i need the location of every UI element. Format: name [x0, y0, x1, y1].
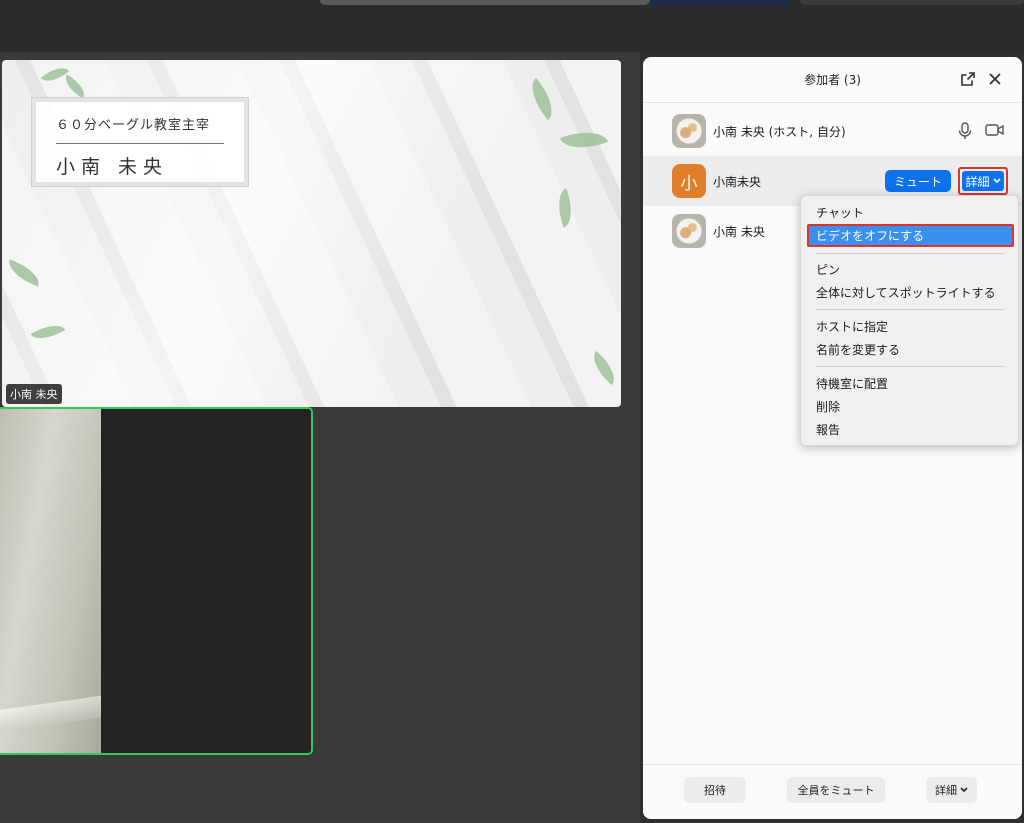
menu-item-stop-video[interactable]: ビデオをオフにする: [807, 224, 1014, 247]
participant-more-label: 詳細: [965, 174, 990, 189]
mute-participant-button[interactable]: ミュート: [885, 170, 951, 192]
avatar: [672, 114, 706, 148]
participants-panel-header: 参加者 (3): [643, 57, 1022, 103]
participant-name: 小南 未央: [713, 224, 765, 239]
leaf-decoration: [4, 259, 44, 287]
participant-row-self[interactable]: 小南 未央 (ホスト, 自分): [643, 106, 1022, 156]
menu-item-rename[interactable]: 名前を変更する: [807, 339, 1014, 360]
menu-item-make-host[interactable]: ホストに指定: [807, 316, 1014, 337]
avatar-initial: 小: [672, 164, 706, 198]
menu-item-pin[interactable]: ピン: [807, 259, 1014, 280]
menu-divider: [815, 309, 1005, 310]
window-tab-edge: [320, 0, 650, 5]
participant-name: 小南 未央 (ホスト, 自分): [713, 124, 846, 139]
video-tile-active-speaker[interactable]: [0, 407, 313, 755]
window-tab-edge: [800, 0, 1024, 5]
video-camera-icon[interactable]: [985, 123, 1005, 137]
leaf-decoration: [40, 61, 70, 88]
microphone-icon[interactable]: [958, 122, 972, 140]
menu-divider: [815, 253, 1005, 254]
invite-button[interactable]: 招待: [684, 777, 746, 803]
participant-more-button-inner: 詳細: [962, 171, 1004, 191]
camera-scene-shelf: [0, 695, 101, 733]
leaf-decoration: [585, 350, 621, 386]
mute-all-button[interactable]: 全員をミュート: [787, 777, 885, 803]
camera-feed: [0, 409, 101, 753]
panel-more-label: 詳細: [935, 784, 957, 797]
window-tab-edge: [650, 0, 790, 5]
leaf-decoration: [559, 123, 609, 157]
leaf-decoration: [30, 317, 66, 347]
close-icon[interactable]: [986, 70, 1004, 88]
avatar: [672, 214, 706, 248]
name-card-divider: [56, 143, 224, 144]
menu-item-report[interactable]: 報告: [807, 419, 1014, 440]
menu-item-spotlight[interactable]: 全体に対してスポットライトする: [807, 282, 1014, 303]
leaf-decoration: [60, 74, 90, 99]
participant-more-button[interactable]: 詳細: [958, 167, 1008, 195]
panel-more-button[interactable]: 詳細: [926, 777, 977, 803]
menu-item-waiting-room[interactable]: 待機室に配置: [807, 373, 1014, 394]
menu-item-chat[interactable]: チャット: [807, 202, 1014, 223]
name-card-name: 小南 未央: [56, 156, 169, 178]
participants-panel-footer: 招待 全員をミュート 詳細: [643, 764, 1022, 819]
video-tile-name-label: 小南 未央: [6, 384, 62, 404]
name-card: ６０分ベーグル教室主宰 小南 未央: [31, 97, 249, 187]
window-top-strip: [0, 0, 1024, 52]
leaf-decoration: [551, 188, 579, 228]
participant-context-menu: チャット ビデオをオフにする ピン 全体に対してスポットライトする ホストに指定…: [800, 195, 1019, 446]
leaf-decoration: [522, 77, 562, 121]
chevron-down-icon: [992, 178, 1001, 184]
chevron-down-icon: [960, 787, 968, 793]
participants-panel-title: 参加者 (3): [804, 73, 861, 87]
name-card-subtitle: ６０分ベーグル教室主宰: [56, 118, 211, 133]
video-tile-virtual-background[interactable]: ６０分ベーグル教室主宰 小南 未央 小南 未央: [2, 60, 621, 407]
menu-item-remove[interactable]: 削除: [807, 396, 1014, 417]
popout-icon[interactable]: [959, 70, 977, 88]
participant-name: 小南未央: [713, 174, 762, 189]
menu-divider: [815, 366, 1005, 367]
